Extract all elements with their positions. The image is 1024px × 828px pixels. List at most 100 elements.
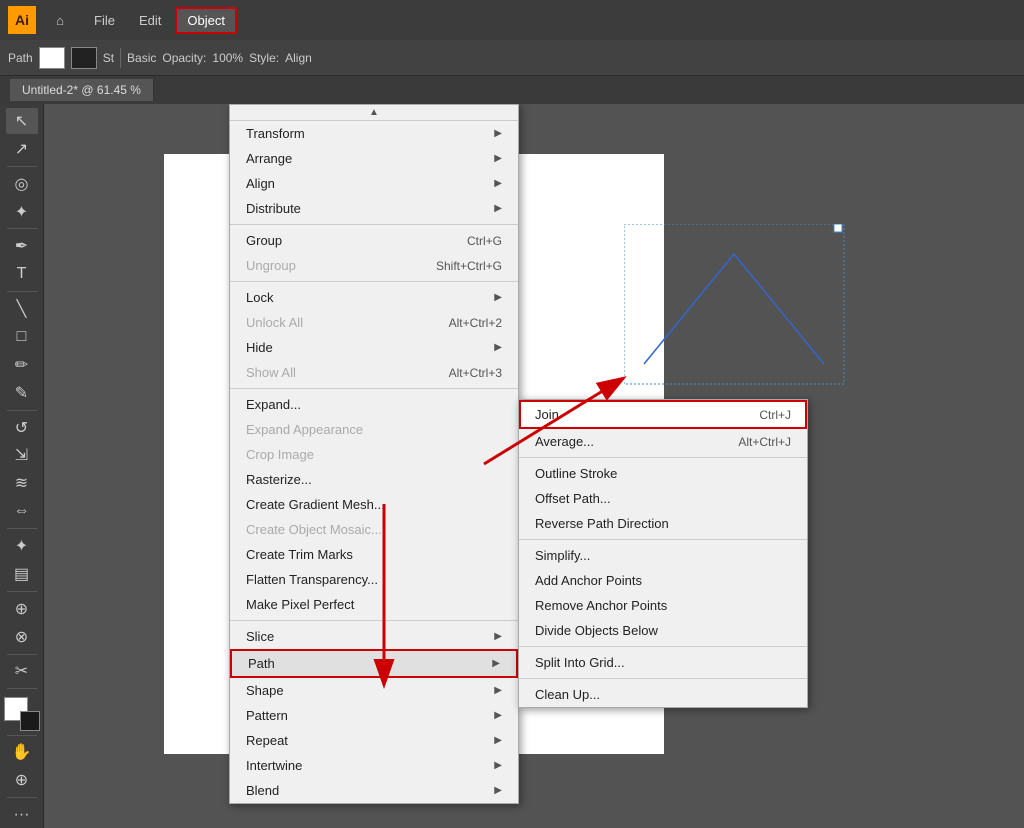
tool-sep-7 [7,654,37,655]
menu-hide[interactable]: Hide ▶ [230,335,518,360]
menu-group[interactable]: Group Ctrl+G [230,228,518,253]
arrow-right-svg [474,364,634,484]
menu-scroll-up[interactable]: ▲ [230,105,518,121]
doc-tab-zoom-val: 61.45 % [97,83,141,97]
align-label: Align [285,51,312,65]
menu-edit[interactable]: Edit [129,9,171,32]
select-tool[interactable]: ↖ [6,108,38,134]
magic-wand-tool[interactable]: ✦ [6,199,38,225]
color-boxes [4,697,40,730]
scale-tool[interactable]: ⇲ [6,442,38,468]
average-shortcut: Alt+Ctrl+J [738,435,791,449]
menu-ungroup: Ungroup Shift+Ctrl+G [230,253,518,278]
rotate-tool[interactable]: ↺ [6,415,38,441]
doc-tabs: Untitled-2* @ 61.45 % [0,76,1024,104]
path-arrow: ▶ [492,658,500,669]
fill-swatch[interactable] [39,47,65,69]
menu-repeat[interactable]: Repeat ▶ [230,728,518,753]
basic-label: Basic [127,51,156,65]
tool-sep-3 [7,291,37,292]
menu-lock[interactable]: Lock ▶ [230,285,518,310]
opacity-label: Opacity: [162,51,206,65]
warp-tool[interactable]: ≋ [6,470,38,496]
lasso-tool[interactable]: ◎ [6,171,38,197]
paintbrush-tool[interactable]: ✏ [6,352,38,378]
symbol-tool[interactable]: ✦ [6,533,38,559]
toolbar-bar: Path St Basic Opacity: 100% Style: Align [0,40,1024,76]
eyedropper-tool[interactable]: ⊕ [6,596,38,622]
doc-tab-name: Untitled-2* [22,83,78,97]
lock-arrow: ▶ [494,292,502,303]
join-shortcut: Ctrl+J [759,408,791,422]
repeat-arrow: ▶ [494,735,502,746]
tool-sep-2 [7,228,37,229]
doc-tab[interactable]: Untitled-2* @ 61.45 % [10,79,154,101]
submenu-div-3 [519,646,807,647]
opacity-value: 100% [212,51,243,65]
menu-intertwine[interactable]: Intertwine ▶ [230,753,518,778]
doc-tab-zoom: @ [81,83,97,97]
direct-select-tool[interactable]: ↗ [6,136,38,162]
pencil-tool[interactable]: ✎ [6,380,38,406]
menu-transform[interactable]: Transform ▶ [230,121,518,146]
submenu-divide-objects[interactable]: Divide Objects Below [519,618,807,643]
arrange-arrow: ▶ [494,153,502,164]
menu-file[interactable]: File [84,9,125,32]
intertwine-arrow: ▶ [494,760,502,771]
blend-arrow: ▶ [494,785,502,796]
stroke-text: St [103,51,114,65]
more-tools[interactable]: ··· [6,802,38,828]
menu-arrange[interactable]: Arrange ▶ [230,146,518,171]
home-icon[interactable]: ⌂ [48,8,72,32]
path-label: Path [8,51,33,65]
arrow-down-svg [354,494,414,694]
submenu-add-anchor[interactable]: Add Anchor Points [519,568,807,593]
menu-bar: Ai ⌂ File Edit Object [0,0,1024,40]
scissors-tool[interactable]: ✂ [6,658,38,684]
menu-object[interactable]: Object [175,7,237,34]
chart-tool[interactable]: ▤ [6,561,38,587]
submenu-offset-path[interactable]: Offset Path... [519,486,807,511]
submenu-split-grid[interactable]: Split Into Grid... [519,650,807,675]
reshape-tool[interactable]: ⇔ [6,498,38,524]
rect-tool[interactable]: □ [6,324,38,350]
shape-arrow: ▶ [494,685,502,696]
style-label: Style: [249,51,279,65]
submenu-simplify[interactable]: Simplify... [519,543,807,568]
tool-sep-8 [7,688,37,689]
background-color[interactable] [20,711,40,731]
main-area: ↖ ↗ ◎ ✦ ✒ T ╲ □ ✏ ✎ ↺ ⇲ ≋ ⇔ ✦ ▤ ⊕ ⊗ ✂ ✋ … [0,104,1024,828]
stroke-swatch[interactable] [71,47,97,69]
pattern-arrow: ▶ [494,710,502,721]
tool-sep-10 [7,797,37,798]
tool-sep-9 [7,735,37,736]
tool-sep-4 [7,410,37,411]
line-tool[interactable]: ╲ [6,296,38,322]
hand-tool[interactable]: ✋ [6,740,38,766]
divider-2 [230,281,518,282]
hide-arrow: ▶ [494,342,502,353]
distribute-arrow: ▶ [494,203,502,214]
type-tool[interactable]: T [6,261,38,287]
canvas-area: ▲ Transform ▶ Arrange ▶ Align ▶ Distribu… [44,104,1024,828]
submenu-div-4 [519,678,807,679]
slice-arrow: ▶ [494,631,502,642]
pen-tool[interactable]: ✒ [6,233,38,259]
transform-arrow: ▶ [494,128,502,139]
align-arrow: ▶ [494,178,502,189]
menu-pattern[interactable]: Pattern ▶ [230,703,518,728]
zoom-tool[interactable]: ⊕ [6,767,38,793]
menu-distribute[interactable]: Distribute ▶ [230,196,518,221]
submenu-remove-anchor[interactable]: Remove Anchor Points [519,593,807,618]
submenu-div-2 [519,539,807,540]
canvas-drawing [624,224,854,394]
menu-blend[interactable]: Blend ▶ [230,778,518,803]
tool-sep-6 [7,591,37,592]
paint-bucket-tool[interactable]: ⊗ [6,624,38,650]
tool-sep-5 [7,528,37,529]
submenu-clean-up[interactable]: Clean Up... [519,682,807,707]
left-toolbar: ↖ ↗ ◎ ✦ ✒ T ╲ □ ✏ ✎ ↺ ⇲ ≋ ⇔ ✦ ▤ ⊕ ⊗ ✂ ✋ … [0,104,44,828]
submenu-reverse-path[interactable]: Reverse Path Direction [519,511,807,536]
menu-align[interactable]: Align ▶ [230,171,518,196]
tool-sep-1 [7,166,37,167]
